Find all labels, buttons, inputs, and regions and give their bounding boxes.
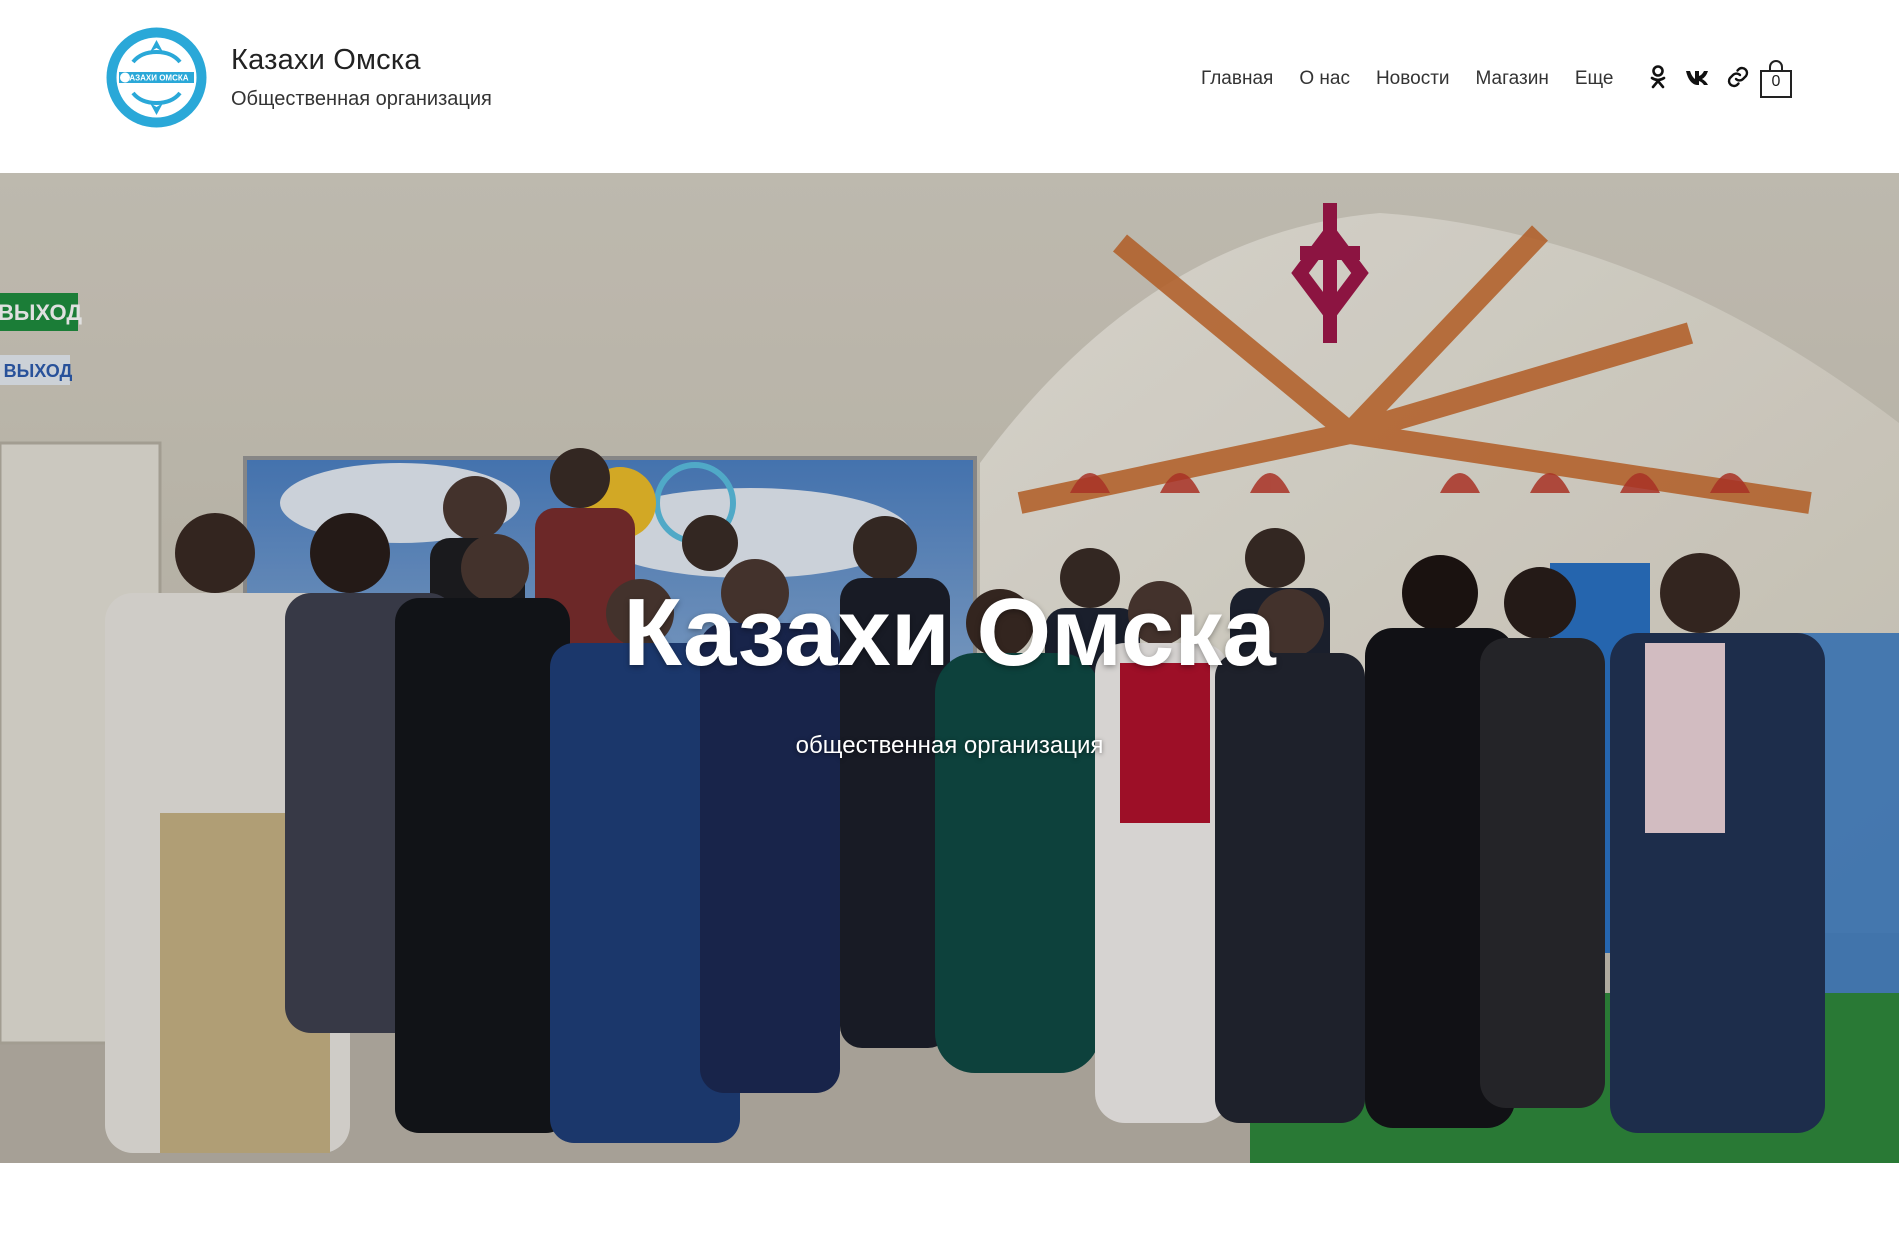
site-title[interactable]: Казахи Омска [231, 44, 421, 77]
vk-icon[interactable] [1683, 62, 1713, 92]
nav-item-about[interactable]: О нас [1299, 68, 1350, 90]
svg-text:КАЗАХИ ОМСКА: КАЗАХИ ОМСКА [124, 74, 188, 83]
nav-item-more[interactable]: Еще [1575, 68, 1614, 90]
hero-subtitle: общественная организация [795, 732, 1104, 759]
cart-button[interactable]: 0 [1759, 60, 1793, 98]
link-icon[interactable] [1723, 62, 1753, 92]
cart-count: 0 [1771, 73, 1781, 90]
hero-title: Казахи Омска [623, 579, 1276, 686]
odnoklassniki-icon[interactable] [1643, 62, 1673, 92]
logo-emblem-icon: КАЗАХИ ОМСКА [106, 27, 207, 128]
main-nav: Главная О нас Новости Магазин Еще [1201, 68, 1639, 90]
nav-item-news[interactable]: Новости [1376, 68, 1450, 90]
site-logo[interactable]: КАЗАХИ ОМСКА [105, 26, 208, 129]
hero-banner: ВЫХОД ВЫХОД Казахи Омска общественная ор… [0, 173, 1899, 1163]
site-subtitle: Общественная организация [231, 88, 492, 110]
site-header: КАЗАХИ ОМСКА Казахи Омска Общественная о… [0, 0, 1899, 173]
nav-item-home[interactable]: Главная [1201, 68, 1273, 90]
social-links [1643, 62, 1763, 92]
nav-item-shop[interactable]: Магазин [1476, 68, 1549, 90]
